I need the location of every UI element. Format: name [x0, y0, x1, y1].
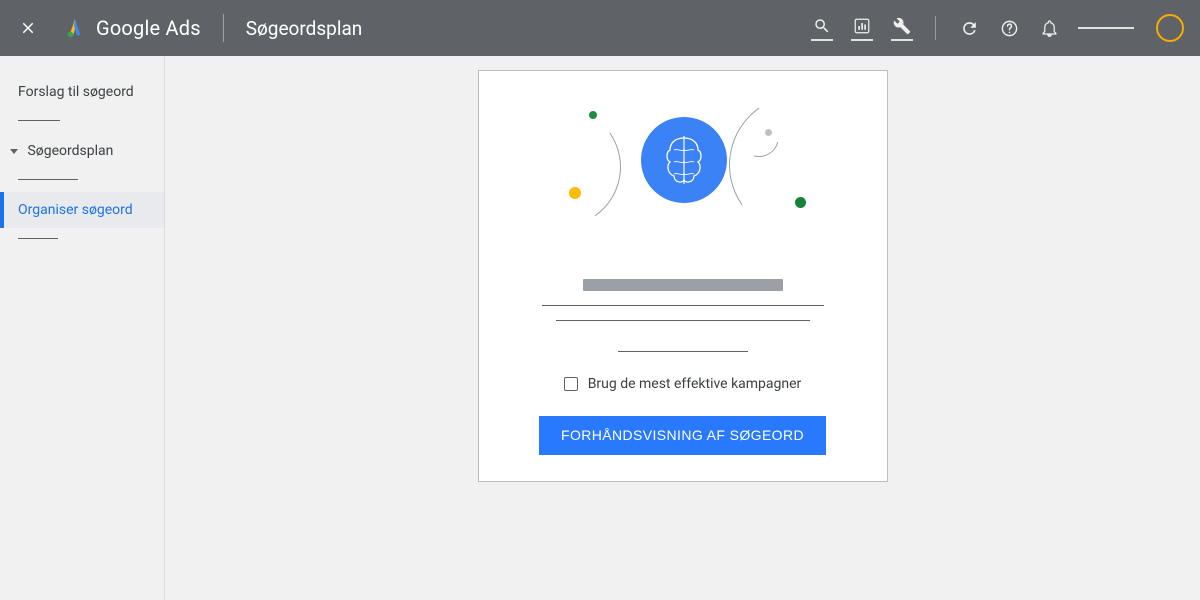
checkbox-row: Brug de mest effektive kampagner — [513, 376, 853, 392]
refresh-icon — [960, 19, 979, 38]
close-icon — [19, 19, 37, 37]
placeholder-title — [583, 279, 783, 291]
placeholder-line — [542, 305, 824, 306]
sidebar-underline — [18, 238, 58, 239]
intro-card: Brug de mest effektive kampagner FORHÅND… — [478, 70, 888, 482]
reports-button[interactable] — [851, 15, 873, 41]
wrench-icon — [893, 17, 911, 35]
search-button[interactable] — [811, 15, 833, 41]
placeholder-line — [618, 351, 748, 352]
checkbox-label: Brug de mest effektive kampagner — [588, 376, 802, 392]
use-best-campaigns-checkbox[interactable] — [564, 377, 578, 391]
toolbar-divider — [935, 16, 936, 40]
brain-icon — [660, 134, 708, 186]
sidebar-item-organiser[interactable]: Organiser søgeord — [0, 192, 164, 228]
decorative-dot — [589, 111, 597, 119]
illustration — [513, 99, 853, 249]
bell-icon — [1040, 19, 1059, 38]
sidebar-item-label: Organiser søgeord — [18, 202, 133, 218]
preview-keywords-button[interactable]: FORHÅNDSVISNING AF SØGEORD — [539, 416, 826, 455]
help-button[interactable] — [998, 17, 1020, 39]
sidebar-item-sogeordsplan[interactable]: Søgeordsplan — [0, 133, 164, 169]
page-title: Søgeordsplan — [246, 17, 363, 40]
bar-chart-icon — [853, 17, 871, 35]
decorative-dot — [569, 187, 581, 199]
google-ads-logo-icon — [64, 17, 86, 39]
tools-button[interactable] — [891, 15, 913, 41]
app-header: Google Ads Søgeordsplan — [0, 0, 1200, 56]
sidebar-item-forslag[interactable]: Forslag til søgeord — [0, 74, 164, 110]
close-button[interactable] — [16, 16, 40, 40]
refresh-button[interactable] — [958, 17, 980, 39]
logo-area: Google Ads — [64, 16, 201, 40]
product-name: Google Ads — [96, 16, 201, 40]
placeholder-line — [556, 320, 810, 321]
sidebar-underline — [18, 179, 78, 180]
account-placeholder — [1078, 27, 1134, 29]
chevron-down-icon — [10, 149, 18, 154]
main-content: Brug de mest effektive kampagner FORHÅND… — [165, 56, 1200, 600]
sidebar: Forslag til søgeord Søgeordsplan Organis… — [0, 56, 165, 600]
sidebar-underline — [18, 120, 60, 121]
header-divider — [223, 14, 224, 42]
sidebar-item-label: Forslag til søgeord — [18, 84, 134, 100]
help-icon — [1000, 19, 1019, 38]
sidebar-item-label: Søgeordsplan — [27, 143, 113, 159]
notifications-button[interactable] — [1038, 17, 1060, 39]
decorative-curve — [491, 97, 630, 236]
decorative-dot — [795, 197, 806, 208]
decorative-curve — [717, 84, 879, 246]
search-icon — [813, 17, 831, 35]
decorative-dot — [765, 129, 772, 136]
avatar[interactable] — [1156, 14, 1184, 42]
header-toolbar — [811, 14, 1184, 42]
brain-circle — [641, 117, 727, 203]
